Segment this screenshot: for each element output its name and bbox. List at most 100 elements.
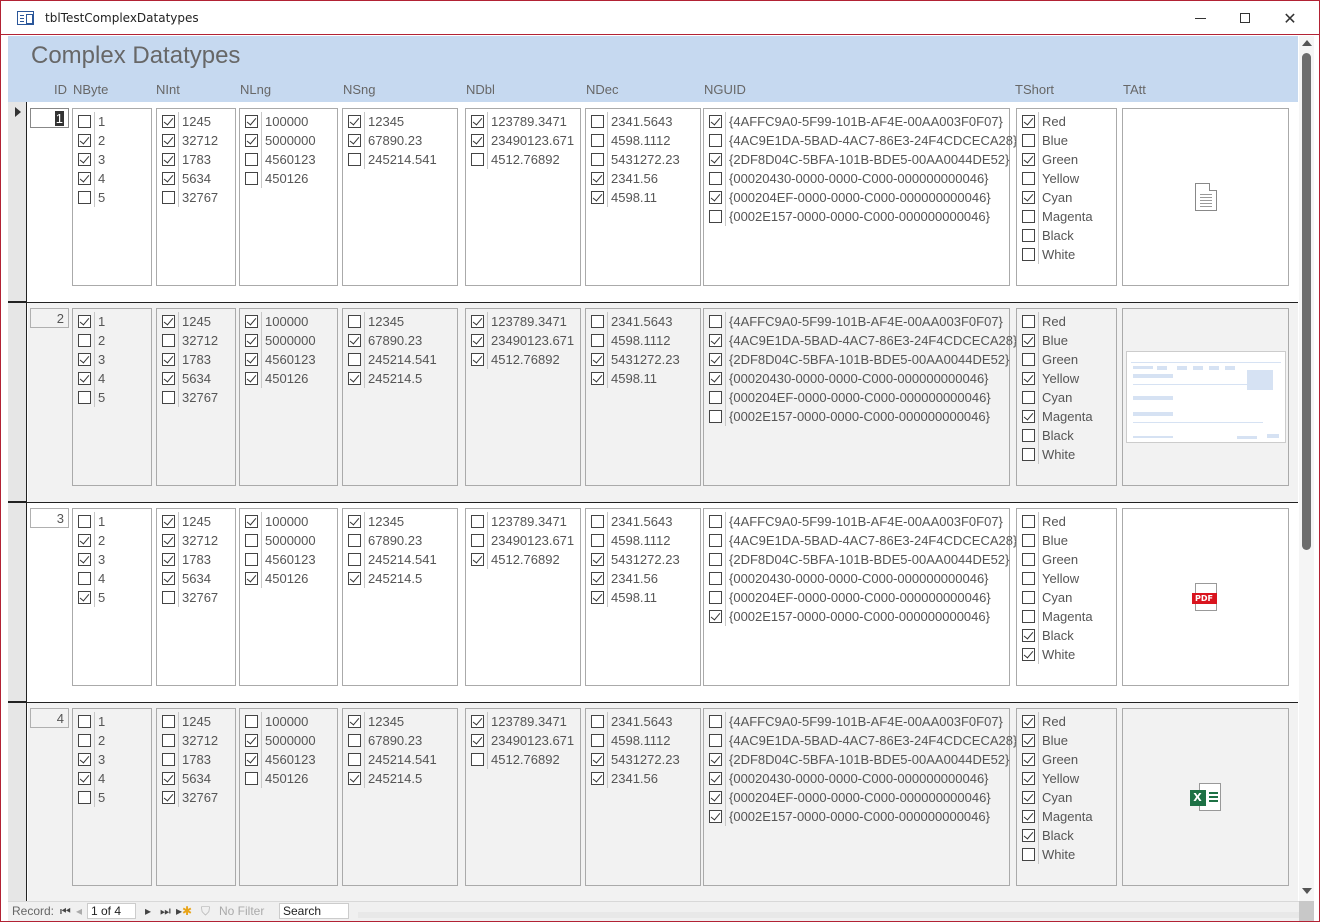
checkbox-unchecked[interactable] [591,715,604,728]
nguid-option[interactable]: {2DF8D04C-5BFA-101B-BDE5-00AA0044DE52} [704,550,1009,569]
id-field[interactable]: 1 [30,108,69,128]
checkbox-unchecked[interactable] [162,334,175,347]
nint-multivalue-field[interactable]: 1245 32712 1783 5634 32767 [156,708,236,886]
checkbox-checked[interactable] [78,591,91,604]
checkbox-unchecked[interactable] [162,734,175,747]
nbyte-option[interactable]: 2 [73,131,151,150]
nint-option[interactable]: 32767 [157,388,235,407]
checkbox-unchecked[interactable] [709,315,722,328]
tshort-option[interactable]: Green [1017,150,1116,169]
nbyte-multivalue-field[interactable]: 1 2 3 4 5 [72,308,152,486]
checkbox-unchecked[interactable] [591,534,604,547]
nbyte-multivalue-field[interactable]: 1 2 3 4 5 [72,708,152,886]
checkbox-checked[interactable] [245,315,258,328]
tshort-option[interactable]: Blue [1017,131,1116,150]
nint-multivalue-field[interactable]: 1245 32712 1783 5634 32767 [156,108,236,286]
checkbox-unchecked[interactable] [1022,210,1035,223]
nlng-multivalue-field[interactable]: 100000 5000000 4560123 450126 [239,708,338,886]
checkbox-checked[interactable] [709,115,722,128]
ndbl-option[interactable]: 23490123.671 [466,531,580,550]
tshort-option[interactable]: Red [1017,512,1116,531]
scroll-down-icon[interactable] [1302,888,1312,894]
ndbl-multivalue-field[interactable]: 123789.3471 23490123.671 4512.76892 [465,308,581,486]
scrollbar-thumb[interactable] [1302,53,1311,550]
checkbox-checked[interactable] [709,372,722,385]
nbyte-option[interactable]: 1 [73,512,151,531]
nguid-option[interactable]: {4AC9E1DA-5BAD-4AC7-86E3-24F4CDCECA28} [704,331,1017,350]
tshort-option[interactable]: Cyan [1017,788,1116,807]
checkbox-checked[interactable] [1022,829,1035,842]
checkbox-unchecked[interactable] [1022,448,1035,461]
checkbox-checked[interactable] [245,572,258,585]
nint-option[interactable]: 1245 [157,312,235,331]
checkbox-unchecked[interactable] [245,172,258,185]
checkbox-unchecked[interactable] [78,572,91,585]
nlng-option[interactable]: 4560123 [240,350,337,369]
checkbox-checked[interactable] [471,115,484,128]
checkbox-unchecked[interactable] [1022,248,1035,261]
checkbox-unchecked[interactable] [1022,172,1035,185]
minimize-button[interactable] [1177,1,1223,35]
nguid-option[interactable]: {000204EF-0000-0000-C000-000000000046} [704,188,1009,207]
nguid-option[interactable]: {2DF8D04C-5BFA-101B-BDE5-00AA0044DE52} [704,750,1009,769]
checkbox-unchecked[interactable] [709,515,722,528]
checkbox-checked[interactable] [591,191,604,204]
tshort-option[interactable]: Cyan [1017,388,1116,407]
checkbox-checked[interactable] [1022,629,1035,642]
checkbox-unchecked[interactable] [1022,572,1035,585]
ndec-option[interactable]: 2341.5643 [586,312,700,331]
nguid-option[interactable]: {0002E157-0000-0000-C000-000000000046} [704,407,1009,426]
checkbox-checked[interactable] [709,191,722,204]
checkbox-checked[interactable] [348,115,361,128]
checkbox-unchecked[interactable] [78,734,91,747]
tshort-option[interactable]: Green [1017,550,1116,569]
checkbox-checked[interactable] [709,791,722,804]
first-record-button[interactable]: ⏮ [60,904,71,919]
nsng-option[interactable]: 245214.5 [343,769,457,788]
checkbox-unchecked[interactable] [591,153,604,166]
ndbl-option[interactable]: 4512.76892 [466,550,580,569]
nbyte-option[interactable]: 4 [73,369,151,388]
checkbox-unchecked[interactable] [348,153,361,166]
nbyte-option[interactable]: 3 [73,550,151,569]
nlng-multivalue-field[interactable]: 100000 5000000 4560123 450126 [239,108,338,286]
ndec-option[interactable]: 2341.5643 [586,712,700,731]
pdf-icon[interactable]: PDF [1191,583,1217,611]
nguid-option[interactable]: {0002E157-0000-0000-C000-000000000046} [704,207,1009,226]
checkbox-unchecked[interactable] [1022,534,1035,547]
scroll-up-icon[interactable] [1302,40,1312,46]
tshort-multivalue-field[interactable]: Red Blue Green Yellow Cyan Magenta Black White [1016,508,1117,686]
checkbox-unchecked[interactable] [78,191,91,204]
nlng-option[interactable]: 450126 [240,769,337,788]
nguid-multivalue-field[interactable]: {4AFFC9A0-5F99-101B-AF4E-00AA003F0F07} {4… [703,508,1017,686]
tshort-option[interactable]: Yellow [1017,569,1116,588]
checkbox-unchecked[interactable] [162,191,175,204]
nlng-option[interactable]: 5000000 [240,331,337,350]
checkbox-unchecked[interactable] [1022,229,1035,242]
checkbox-unchecked[interactable] [1022,610,1035,623]
nint-option[interactable]: 1783 [157,150,235,169]
checkbox-unchecked[interactable] [709,734,722,747]
nbyte-option[interactable]: 2 [73,331,151,350]
checkbox-checked[interactable] [591,353,604,366]
checkbox-checked[interactable] [1022,648,1035,661]
ndbl-option[interactable]: 23490123.671 [466,131,580,150]
nguid-option[interactable]: {0002E157-0000-0000-C000-000000000046} [704,807,1009,826]
nint-option[interactable]: 32767 [157,588,235,607]
checkbox-checked[interactable] [162,134,175,147]
ndec-option[interactable]: 4598.1112 [586,331,700,350]
checkbox-unchecked[interactable] [162,715,175,728]
checkbox-unchecked[interactable] [709,391,722,404]
ndec-option[interactable]: 4598.1112 [586,731,700,750]
checkbox-checked[interactable] [78,172,91,185]
nsng-multivalue-field[interactable]: 12345 67890.23 245214.541 245214.5 [342,508,458,686]
tshort-option[interactable]: Cyan [1017,188,1116,207]
tshort-multivalue-field[interactable]: Red Blue Green Yellow Cyan Magenta Black White [1016,108,1117,286]
new-record-button[interactable]: ▸✱ [176,904,192,918]
filter-toggle-button[interactable]: No Filter [219,904,264,918]
ndbl-multivalue-field[interactable]: 123789.3471 23490123.671 4512.76892 [465,508,581,686]
checkbox-checked[interactable] [78,772,91,785]
checkbox-checked[interactable] [245,353,258,366]
checkbox-unchecked[interactable] [1022,391,1035,404]
nguid-multivalue-field[interactable]: {4AFFC9A0-5F99-101B-AF4E-00AA003F0F07} {4… [703,708,1017,886]
